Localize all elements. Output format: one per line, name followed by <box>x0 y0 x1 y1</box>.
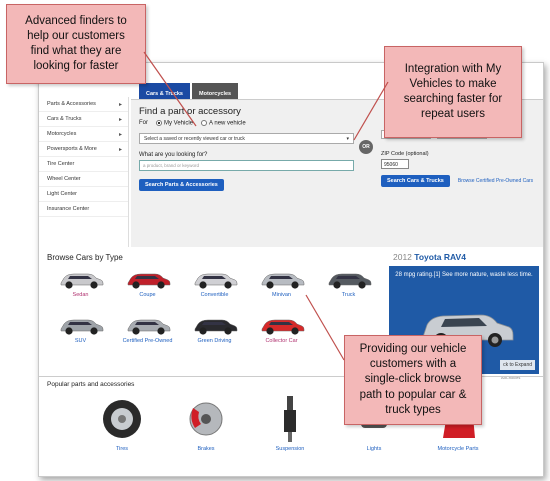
sidebar-item[interactable]: Insurance Center <box>39 202 128 217</box>
part-label: Tires <box>115 446 129 452</box>
car-type-label: Green Driving <box>197 338 232 344</box>
sidebar-item[interactable]: Motorcycles ▸ <box>39 127 128 142</box>
sidebar-item-label: Motorcycles <box>47 131 77 137</box>
browse-title: Browse Cars by Type <box>47 253 123 262</box>
search-parts-button[interactable]: Search Parts & Accessories <box>139 178 224 191</box>
car-icon <box>261 319 304 335</box>
radio-unchecked-icon <box>201 120 208 126</box>
part-link[interactable]: Tires <box>97 394 147 452</box>
finder-title: Find a part or accessory <box>139 106 241 117</box>
query-label: What are you looking for? <box>139 151 208 158</box>
car-icon <box>194 319 237 335</box>
car-type-label: Coupe <box>139 292 156 298</box>
brake-icon <box>189 402 223 436</box>
car-icon <box>60 273 103 289</box>
finder-tabs: Cars & Trucks Motorcycles <box>139 83 240 99</box>
tire-icon <box>103 400 141 438</box>
car-type-label: Collector Car <box>265 338 298 344</box>
vehicle-choice: For My Vehicle A new vehicle <box>139 120 354 127</box>
sidebar-item-label: Tire Center <box>47 161 75 167</box>
new-vehicle-radio[interactable]: A new vehicle <box>201 120 246 127</box>
car-type-label: Certified Pre-Owned <box>122 338 173 344</box>
car-type-label: Truck <box>341 292 356 298</box>
zip-input[interactable]: 95060 <box>381 159 409 169</box>
my-vehicle-label: My Vehicle <box>164 120 194 127</box>
ad-expand-button[interactable]: ck to Expand <box>500 360 535 370</box>
ad-year: 2012 <box>393 252 412 262</box>
part-label: Suspension <box>275 446 305 452</box>
car-type-label: Minivan <box>272 292 291 298</box>
sidebar-item-label: Powersports & More <box>47 146 97 152</box>
sidebar-item-label: Light Center <box>47 191 77 197</box>
part-link[interactable]: Suspension <box>265 394 315 452</box>
search-cars-button[interactable]: Search Cars & Trucks <box>381 175 450 187</box>
ad-header: 2012 Toyota RAV4 <box>389 249 539 266</box>
sidebar-item-label: Parts & Accessories <box>47 101 96 107</box>
query-input[interactable]: a product, brand or keyword <box>139 159 354 171</box>
car-type-link[interactable]: Minivan <box>248 268 315 298</box>
car-type-link[interactable]: Collector Car <box>248 314 315 344</box>
for-label: For <box>139 120 148 127</box>
car-type-link[interactable]: Coupe <box>114 268 181 298</box>
browse-by-type: Browse Cars by Type Sedan Coupe Convertibl… <box>47 253 382 373</box>
chevron-right-icon: ▸ <box>118 146 122 153</box>
zip-label: ZIP Code (optional) <box>381 151 429 157</box>
category-sidebar: Parts & Accessories ▸ Cars & Trucks ▸ Motorc… <box>39 97 129 247</box>
car-icon <box>328 273 371 289</box>
car-type-label: SUV <box>74 338 87 344</box>
part-link[interactable]: Brakes <box>181 394 231 452</box>
car-type-link[interactable]: Truck <box>315 268 382 298</box>
tab-cars-trucks[interactable]: Cars & Trucks <box>139 83 190 99</box>
callout-browse-path: Providing our vehicle customers with a s… <box>344 335 482 425</box>
part-label: Lights <box>366 446 382 452</box>
tab-motorcycles[interactable]: Motorcycles <box>192 83 239 99</box>
car-type-link[interactable]: Sedan <box>47 268 114 298</box>
or-badge: OR <box>359 140 373 154</box>
car-type-link[interactable]: SUV <box>47 314 114 344</box>
car-icon <box>127 319 170 335</box>
ad-model: Toyota RAV4 <box>414 252 466 262</box>
part-label: Motorcycle Parts <box>437 446 479 452</box>
parts-finder: Find a part or accessory For My Vehicle … <box>139 106 354 191</box>
shock-absorber-icon <box>284 396 296 442</box>
car-type-label: Sedan <box>72 292 89 298</box>
car-icon <box>127 273 170 289</box>
sidebar-item[interactable]: Light Center <box>39 187 128 202</box>
sidebar-item[interactable]: Tire Center <box>39 157 128 172</box>
chevron-right-icon: ▸ <box>118 116 122 123</box>
sidebar-item[interactable]: Wheel Center <box>39 172 128 187</box>
sidebar-item[interactable]: Parts & Accessories ▸ <box>39 97 128 112</box>
car-icon <box>261 273 304 289</box>
car-type-grid: Sedan Coupe Convertible Minivan Truck SUV Cert… <box>47 268 382 344</box>
sidebar-item-label: Insurance Center <box>47 206 90 212</box>
callout-my-vehicles: Integration with My Vehicles to make sea… <box>384 46 522 138</box>
radio-checked-icon <box>156 120 162 126</box>
ad-text: 28 mpg rating.[1] See more nature, waste… <box>395 272 533 278</box>
car-type-link[interactable]: Green Driving <box>181 314 248 344</box>
callout-finders: Advanced finders to help our customers f… <box>6 4 146 84</box>
chevron-right-icon: ▸ <box>118 101 122 108</box>
car-type-link[interactable]: Certified Pre-Owned <box>114 314 181 344</box>
sidebar-item-label: Wheel Center <box>47 176 81 182</box>
chevron-right-icon: ▸ <box>118 131 122 138</box>
car-type-link[interactable]: Convertible <box>181 268 248 298</box>
browse-certified-link[interactable]: Browse Certified Pre-Owned Cars <box>458 178 533 185</box>
car-type-label: Convertible <box>200 292 229 298</box>
saved-vehicle-select[interactable]: Select a saved or recently viewed car or… <box>139 132 354 144</box>
part-label: Brakes <box>197 446 215 452</box>
sidebar-item[interactable]: Powersports & More ▸ <box>39 142 128 157</box>
my-vehicle-radio[interactable]: My Vehicle <box>156 120 193 127</box>
new-vehicle-label: A new vehicle <box>209 120 246 127</box>
sidebar-item[interactable]: Cars & Trucks ▸ <box>39 112 128 127</box>
saved-vehicle-select-text: Select a saved or recently viewed car or… <box>144 135 245 142</box>
chevron-down-icon: ▾ <box>346 135 349 142</box>
sidebar-item-label: Cars & Trucks <box>47 116 82 122</box>
car-icon <box>194 273 237 289</box>
car-icon <box>60 319 103 335</box>
